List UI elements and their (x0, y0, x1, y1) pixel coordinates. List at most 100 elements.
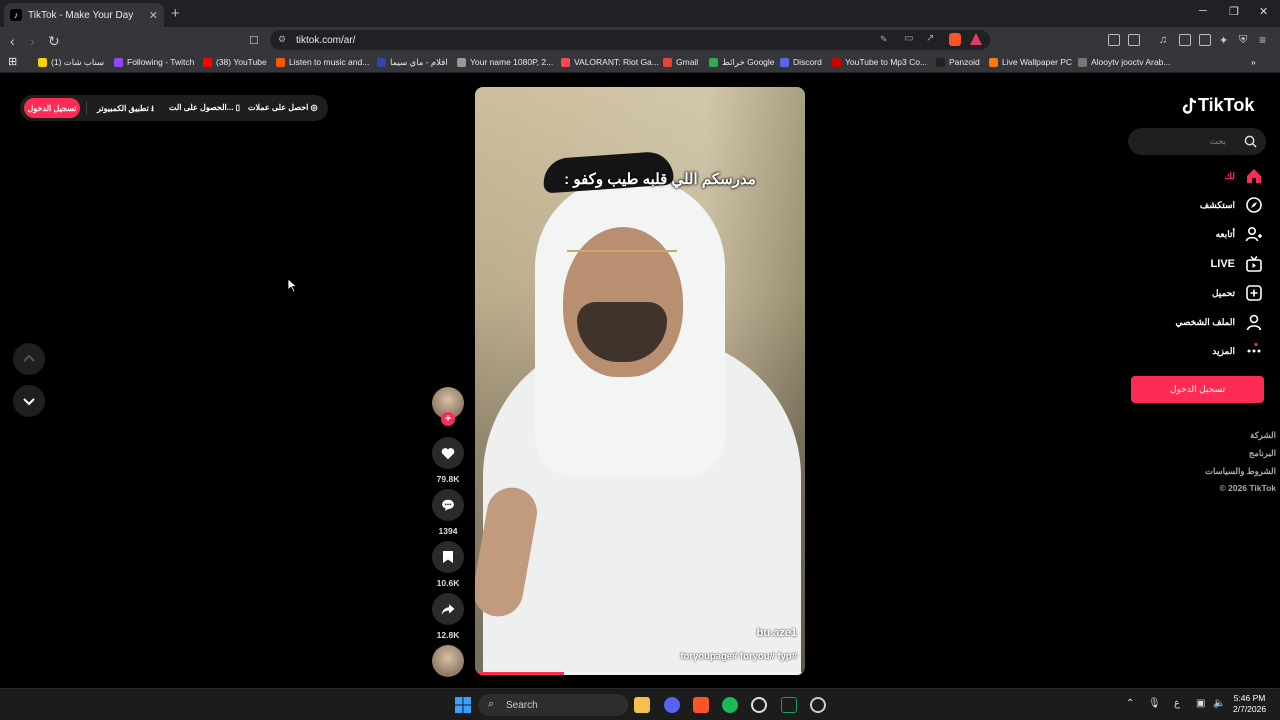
next-video-button[interactable] (13, 385, 45, 417)
bookmark-item[interactable]: YouTube to Mp3 Co... (832, 57, 927, 67)
bookmark-favicon-icon (709, 58, 718, 67)
sidebar-nav-label: أتابعه (1215, 228, 1235, 239)
bookmark-item[interactable]: Alooytv jooctv Arab... (1078, 57, 1170, 67)
bookmark-save-icon (443, 551, 453, 563)
url-text[interactable]: tiktok.com/ar/ (296, 35, 355, 46)
bookmark-item[interactable]: Discord (780, 57, 822, 67)
back-icon[interactable]: ‹ (10, 33, 15, 49)
footer-link[interactable]: الشروط والسياسات (1205, 466, 1276, 477)
follow-plus-icon[interactable]: + (441, 412, 455, 426)
share-icon[interactable]: ↗ (926, 33, 934, 44)
bookmark-item[interactable]: Live Wallpaper PC (989, 57, 1072, 67)
discord-taskbar-icon[interactable] (664, 697, 680, 713)
close-window-button[interactable]: ✕ (1259, 5, 1268, 18)
like-button[interactable] (432, 437, 464, 469)
sidebar-nav-item[interactable]: لك (1225, 166, 1263, 186)
browser-tab[interactable]: ♪ TikTok - Make Your Day ✕ (4, 3, 164, 27)
obs-taskbar-icon[interactable] (751, 697, 767, 713)
extensions-icon[interactable] (1108, 34, 1120, 46)
bookmark-item[interactable]: افلام - ماي سيما (377, 57, 448, 68)
sidebar-nav-label: استكشف (1199, 199, 1235, 210)
minimize-button[interactable]: ─ (1199, 5, 1207, 17)
url-bar[interactable]: ⚙ tiktok.com/ar/ ✎ ▭ ↗ (270, 30, 990, 50)
sidebar-nav-item[interactable]: تحميل (1212, 283, 1263, 303)
sidebar-nav-item[interactable]: استكشف (1200, 195, 1263, 215)
footer-link[interactable]: الشركة (1250, 430, 1276, 441)
taskbar-search[interactable]: ⌕ Search (478, 694, 628, 716)
sidebar-icon[interactable] (1179, 34, 1191, 46)
get-coins-link[interactable]: احصل على عملات ◎ (248, 103, 318, 112)
vpn-icon[interactable]: ⛨ (1239, 34, 1247, 47)
microphone-icon[interactable]: 🎙 (1148, 698, 1161, 709)
share-button[interactable] (432, 593, 464, 625)
video-player[interactable]: مدرسكم اللي قلبه طيب وكفو : bu.aze1 fory… (475, 87, 805, 675)
forward-icon[interactable]: › (30, 33, 35, 49)
video-author-username[interactable]: bu.aze1 (757, 627, 797, 639)
get-app-link[interactable]: الحصول على الت... ▯ (169, 103, 240, 112)
sidebar-nav-item[interactable]: المزيد (1212, 341, 1263, 361)
footer-link[interactable]: © 2026 TikTok (1219, 483, 1276, 493)
bookmark-item[interactable]: سناب شات (1) (38, 57, 104, 68)
search-icon[interactable] (1244, 135, 1257, 148)
volume-icon[interactable]: 🔈 (1213, 698, 1225, 709)
sidebar-nav-item[interactable]: أتابعه (1216, 224, 1263, 244)
apps-grid-icon[interactable]: ⊞ (8, 55, 17, 68)
bookmark-icon[interactable]: ☐ (249, 34, 259, 47)
comment-button[interactable] (432, 489, 464, 521)
site-info-icon[interactable]: ⚙ (278, 34, 286, 45)
brave-rewards-icon[interactable] (970, 33, 982, 45)
tray-chevron-up-icon[interactable]: ⌃ (1126, 698, 1134, 709)
brave-shield-icon[interactable] (949, 33, 961, 46)
bookmark-item[interactable]: Panzoid (936, 57, 980, 67)
share-arrow-icon (441, 603, 455, 615)
translate-icon[interactable]: ✎ (880, 34, 888, 45)
windows-start-icon[interactable] (455, 697, 471, 713)
sidebar-nav-item[interactable]: الملف الشخصي (1175, 312, 1263, 332)
bookmark-favicon-icon (457, 57, 466, 67)
search-input[interactable]: بحث (1128, 128, 1266, 155)
bookmark-item[interactable]: Gmail (663, 57, 698, 67)
cast-icon[interactable]: ▭ (904, 33, 913, 44)
reload-icon[interactable]: ↻ (48, 33, 60, 50)
bookmark-label: Discord (793, 57, 822, 67)
bookmark-item[interactable]: Your name 1080P, 2... (457, 57, 553, 67)
brave-taskbar-icon[interactable] (693, 697, 709, 713)
wallet-icon[interactable] (1199, 34, 1211, 46)
media-icon[interactable]: ♫ (1159, 34, 1167, 46)
sidebar-login-button[interactable]: تسجيل الدخول (1131, 376, 1264, 403)
video-person-glasses (567, 250, 677, 270)
sidebar-nav-item[interactable]: LIVE (1211, 254, 1263, 274)
bookmark-label: Alooytv jooctv Arab... (1091, 57, 1171, 67)
bookmark-item[interactable]: Following - Twitch (114, 57, 194, 67)
app-taskbar-icon[interactable] (810, 697, 826, 713)
bookmark-item[interactable]: Listen to music and... (276, 57, 369, 67)
tiktok-logo[interactable]: TikTok (1182, 95, 1254, 116)
spotify-taskbar-icon[interactable] (722, 697, 738, 713)
bookmark-item[interactable]: (38) YouTube (203, 57, 267, 67)
sidebar-nav-label: لك (1224, 170, 1235, 181)
bookmark-item[interactable]: خرائط Google (709, 57, 775, 68)
desktop-app-link[interactable]: تطبيق الكمبيوتر ⭳ (97, 103, 154, 117)
network-icon[interactable]: ▣ (1196, 698, 1205, 709)
new-tab-button[interactable]: + (171, 5, 180, 22)
restore-button[interactable]: ❐ (1229, 5, 1239, 18)
menu-icon[interactable]: ≡ (1259, 33, 1266, 47)
video-progress-bar[interactable] (475, 672, 805, 675)
video-hashtags[interactable]: foryoupage# foryou# fyp# (680, 651, 797, 662)
save-button[interactable] (432, 541, 464, 573)
footer-link[interactable]: البرنامج (1249, 448, 1276, 459)
tab-close-icon[interactable]: ✕ (149, 9, 158, 22)
more-bookmarks-icon[interactable]: » (1251, 57, 1256, 67)
leo-ai-icon[interactable]: ✦ (1219, 34, 1228, 47)
get-coins-label: احصل على عملات (248, 103, 309, 112)
keyboard-language[interactable]: ع (1174, 698, 1180, 709)
tab-search-icon[interactable] (1128, 34, 1140, 46)
bookmark-favicon-icon (663, 57, 672, 67)
music-disc-avatar[interactable] (432, 645, 464, 677)
excel-taskbar-icon[interactable] (781, 697, 797, 713)
taskbar-clock[interactable]: 5:46 PM 2/7/2026 (1233, 693, 1266, 715)
previous-video-button[interactable] (13, 343, 45, 375)
file-explorer-icon[interactable] (634, 697, 650, 713)
bookmark-item[interactable]: VALORANT: Riot Ga... (561, 57, 659, 67)
top-login-button[interactable]: تسجيل الدخول (24, 98, 80, 118)
